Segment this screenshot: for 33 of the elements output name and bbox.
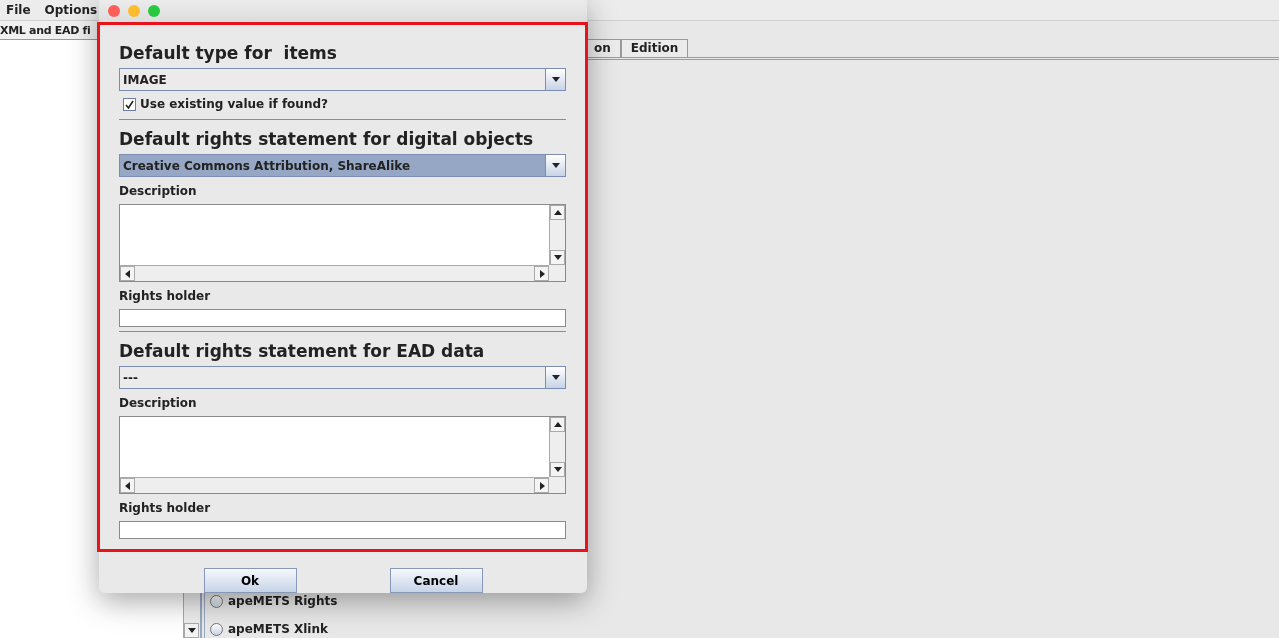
close-icon[interactable] xyxy=(108,5,120,17)
vertical-scrollbar[interactable] xyxy=(549,205,565,265)
radio-label: apeMETS Xlink xyxy=(228,622,328,636)
section-heading: Default type for items xyxy=(119,43,338,63)
type-dropdown[interactable]: IMAGE xyxy=(119,68,566,91)
maximize-icon[interactable] xyxy=(148,5,160,17)
field-label: Rights holder xyxy=(119,501,212,515)
radio-button[interactable] xyxy=(210,622,223,636)
field-label: Description xyxy=(119,396,198,410)
rights-holder-field[interactable] xyxy=(119,521,566,539)
rights-dropdown[interactable]: Creative Commons Attribution, ShareAlike xyxy=(119,154,566,177)
radio-button[interactable] xyxy=(210,594,223,608)
scrollbar-corner xyxy=(549,265,565,281)
horizontal-scrollbar[interactable] xyxy=(120,265,549,281)
horizontal-scrollbar[interactable] xyxy=(120,477,549,493)
rights-dropdown[interactable]: --- xyxy=(119,366,566,389)
field-label: Rights holder xyxy=(119,289,212,303)
scrollbar-corner xyxy=(549,477,565,493)
checkbox[interactable] xyxy=(123,97,136,111)
dialog-button[interactable]: Ok xyxy=(203,568,297,593)
field-label: Description xyxy=(119,184,198,198)
menu-item[interactable]: Options xyxy=(44,3,98,17)
description-field[interactable] xyxy=(119,416,566,494)
section-heading: Default rights statement for EAD data xyxy=(119,341,486,361)
tab[interactable]: Edition xyxy=(620,39,689,57)
radio-label: apeMETS Rights xyxy=(228,594,338,608)
dialog-button[interactable]: Cancel xyxy=(389,568,483,593)
section-heading: Default rights statement for digital objects xyxy=(119,129,535,149)
rights-holder-field[interactable] xyxy=(119,309,566,327)
vertical-scrollbar[interactable] xyxy=(549,417,565,477)
menu-item[interactable]: File xyxy=(6,3,31,17)
checkbox-label: Use existing value if found? xyxy=(140,97,328,111)
description-field[interactable] xyxy=(119,204,566,282)
